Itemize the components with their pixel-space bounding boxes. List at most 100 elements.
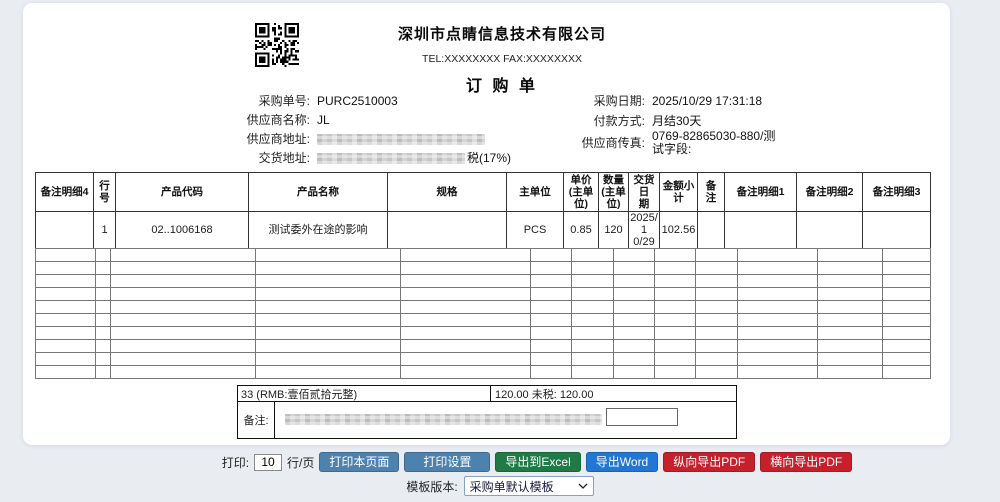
empty-cell: [256, 249, 401, 262]
empty-cell: [96, 353, 111, 366]
col-header-remark-detail3: 备注明细3: [863, 173, 931, 212]
empty-cell: [614, 327, 655, 340]
empty-cell: [655, 262, 696, 275]
empty-cell: [655, 327, 696, 340]
empty-cell: [696, 353, 738, 366]
empty-cell: [738, 275, 818, 288]
cell-subtotal: 102.56: [660, 212, 698, 249]
export-excel-button[interactable]: 导出到Excel: [495, 452, 580, 472]
template-version-label: 模板版本:: [406, 478, 457, 495]
delivery-address-row: 交货地址: 税(17%): [193, 151, 511, 165]
empty-cell: [256, 314, 401, 327]
empty-cell: [401, 353, 531, 366]
empty-cell: [572, 249, 614, 262]
empty-cell: [572, 366, 614, 379]
export-pdf-landscape-button[interactable]: 横向导出PDF: [760, 452, 852, 472]
export-word-button[interactable]: 导出Word: [586, 452, 658, 472]
remark-masked: [285, 414, 602, 425]
items-table-header-row: 备注明细4 行号 产品代码 产品名称 规格 主单位 单价 (主单 位) 数量 (…: [36, 173, 931, 212]
chevron-down-icon: [578, 483, 588, 489]
empty-cell: [572, 262, 614, 275]
empty-cell: [256, 353, 401, 366]
empty-row: [36, 301, 931, 314]
print-page-button[interactable]: 打印本页面: [319, 452, 399, 472]
po-date-label: 采购日期:: [528, 94, 645, 108]
empty-cell: [655, 314, 696, 327]
supplier-fax-row: 供应商传真: 0769-82865030-880/测试字段:: [528, 130, 776, 156]
empty-cell: [655, 301, 696, 314]
col-header-line-no: 行号: [94, 173, 116, 212]
print-label: 打印:: [222, 454, 249, 471]
empty-cell: [572, 275, 614, 288]
empty-cell: [818, 288, 883, 301]
po-number-value: PURC2510003: [317, 94, 398, 108]
empty-cell: [401, 340, 531, 353]
empty-cell: [738, 353, 818, 366]
empty-cell: [883, 275, 931, 288]
empty-cell: [883, 301, 931, 314]
empty-cell: [401, 301, 531, 314]
empty-cell: [96, 366, 111, 379]
empty-cell: [572, 288, 614, 301]
cell-remark-detail2: [797, 212, 863, 249]
empty-cell: [818, 301, 883, 314]
empty-cell: [256, 262, 401, 275]
cell-product-code: 02..1006168: [116, 212, 249, 249]
cell-quantity: 120: [599, 212, 629, 249]
empty-cell: [655, 275, 696, 288]
payment-terms-label: 付款方式:: [528, 114, 645, 128]
cell-remark-detail1: [725, 212, 797, 249]
empty-cell: [614, 249, 655, 262]
empty-cell: [36, 366, 96, 379]
empty-cell: [738, 288, 818, 301]
empty-cell: [738, 314, 818, 327]
empty-cell: [256, 288, 401, 301]
template-select[interactable]: 采购单默认模板: [464, 476, 594, 496]
remark-input-box[interactable]: [606, 408, 678, 426]
export-pdf-portrait-button[interactable]: 纵向导出PDF: [663, 452, 755, 472]
document-title: 订 购 单: [466, 72, 538, 96]
po-date-value: 2025/10/29 17:31:18: [652, 94, 762, 108]
rows-unit-label: 行/页: [287, 454, 314, 471]
empty-cell: [401, 288, 531, 301]
rows-per-page-input[interactable]: [254, 454, 282, 471]
empty-cell: [614, 301, 655, 314]
empty-cell: [531, 353, 572, 366]
print-settings-button[interactable]: 打印设置: [404, 452, 490, 472]
empty-cell: [256, 340, 401, 353]
empty-cell: [531, 314, 572, 327]
empty-cell: [738, 366, 818, 379]
empty-cell: [401, 262, 531, 275]
empty-cell: [883, 262, 931, 275]
col-header-product-code: 产品代码: [116, 173, 249, 212]
empty-cell: [36, 288, 96, 301]
empty-cell: [883, 353, 931, 366]
empty-cell: [96, 249, 111, 262]
empty-cell: [111, 301, 256, 314]
empty-cell: [531, 262, 572, 275]
empty-cell: [738, 340, 818, 353]
supplier-address-row: 供应商地址:: [193, 132, 485, 146]
template-select-value: 采购单默认模板: [470, 478, 554, 495]
empty-cell: [401, 327, 531, 340]
empty-cell: [572, 353, 614, 366]
empty-cell: [36, 301, 96, 314]
empty-cell: [401, 275, 531, 288]
po-date-row: 采购日期: 2025/10/29 17:31:18: [528, 94, 762, 108]
empty-cell: [818, 340, 883, 353]
empty-cell: [531, 327, 572, 340]
empty-rows-table: [35, 248, 931, 379]
empty-cell: [36, 249, 96, 262]
empty-cell: [614, 314, 655, 327]
empty-cell: [614, 275, 655, 288]
cell-unit: PCS: [507, 212, 564, 249]
empty-cell: [111, 275, 256, 288]
summary-box: 33 (RMB:壹佰贰拾元整) 120.00 未税: 120.00 备注:: [237, 385, 737, 439]
empty-cell: [818, 353, 883, 366]
col-header-subtotal: 金额小计: [660, 173, 698, 212]
supplier-address-masked: [317, 134, 485, 145]
empty-cell: [883, 288, 931, 301]
empty-cell: [36, 353, 96, 366]
empty-cell: [883, 249, 931, 262]
amount-in-words: 33 (RMB:壹佰贰拾元整): [238, 386, 491, 401]
